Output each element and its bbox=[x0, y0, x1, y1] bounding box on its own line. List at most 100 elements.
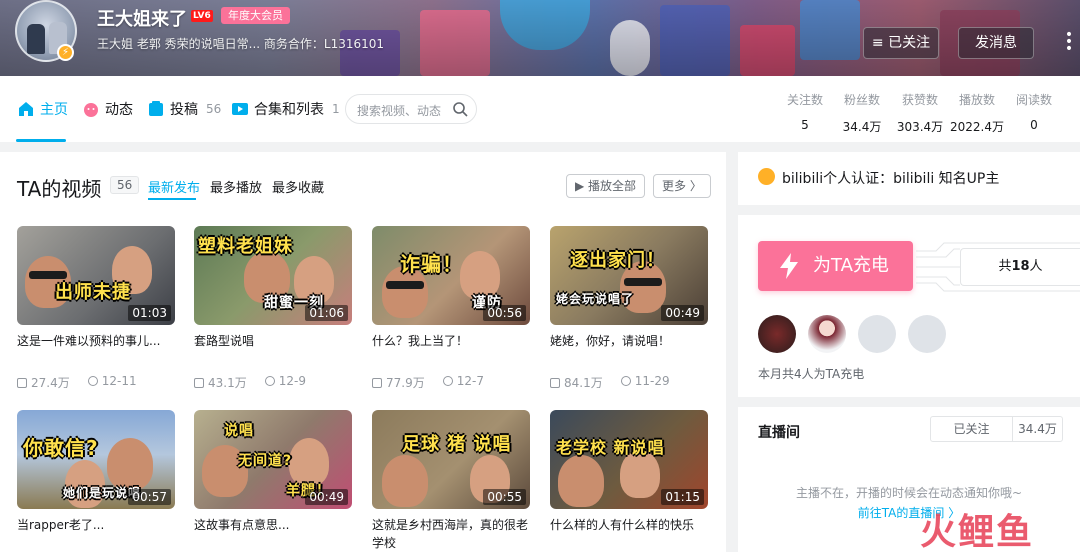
default-avatar-icon[interactable] bbox=[908, 315, 946, 353]
thumbnail-caption: 塑料老姐妹 bbox=[198, 236, 293, 257]
watermark-logo: 火鲤鱼 bbox=[920, 512, 1035, 552]
charge-total-prefix: 共 bbox=[998, 259, 1012, 274]
play-count: 43.1万 bbox=[194, 374, 247, 391]
play-count-icon bbox=[550, 378, 560, 388]
video-thumbnail[interactable]: 说唱 无间道? 羊腿！ 00:49 bbox=[194, 410, 352, 509]
tab-label: 动态 bbox=[105, 102, 133, 118]
tab-dynamic[interactable]: 动态 bbox=[82, 99, 133, 119]
clock-icon bbox=[87, 376, 98, 386]
live-follow-widget[interactable]: 已关注 34.4万 bbox=[930, 416, 1063, 442]
video-thumbnail[interactable]: 老学校 新说唱 01:15 bbox=[550, 410, 708, 509]
search-placeholder: 搜索视频、动态 bbox=[357, 104, 442, 118]
stat-value: 2022.4万 bbox=[950, 120, 1004, 134]
sort-most-favorited[interactable]: 最多收藏 bbox=[272, 177, 324, 196]
send-message-button[interactable]: 发消息 bbox=[958, 27, 1034, 59]
stat-label: 关注数 bbox=[786, 93, 823, 107]
thumbnail-caption: 说唱 bbox=[224, 423, 254, 439]
play-count-icon bbox=[17, 378, 27, 388]
tab-collections[interactable]: 合集和列表 1 bbox=[231, 99, 340, 119]
search-icon[interactable] bbox=[452, 101, 468, 117]
active-tab-indicator bbox=[16, 139, 66, 142]
tab-count: 1 bbox=[332, 102, 340, 116]
tab-home[interactable]: 主页 bbox=[17, 99, 68, 119]
charge-label: 为TA充电 bbox=[813, 255, 889, 276]
sort-most-played[interactable]: 最多播放 bbox=[210, 177, 262, 196]
video-title[interactable]: 这故事有点意思... bbox=[194, 516, 352, 534]
tab-label: 投稿 bbox=[170, 102, 198, 118]
video-duration: 01:03 bbox=[128, 305, 171, 321]
video-thumbnail[interactable]: 逐出家门！ 姥会玩说唱了 00:49 bbox=[550, 226, 708, 325]
avatar-figure bbox=[27, 24, 45, 54]
stat-likes: 获赞数 303.4万 bbox=[896, 91, 944, 135]
sort-indicator bbox=[148, 198, 196, 200]
video-thumbnail[interactable]: 你敢信? 她们是玩说唱 00:57 bbox=[17, 410, 175, 509]
video-thumbnail[interactable]: 足球 猪 说唱 00:55 bbox=[372, 410, 530, 509]
charge-button[interactable]: 为TA充电 bbox=[758, 241, 913, 291]
charger-avatar[interactable] bbox=[758, 315, 796, 353]
thumbnail-caption: 出师未捷 bbox=[55, 282, 131, 303]
stat-fans[interactable]: 粉丝数 34.4万 bbox=[840, 91, 884, 135]
video-title[interactable]: 姥姥，你好，请说唱！ bbox=[550, 332, 708, 350]
videos-title: TA的视频 bbox=[17, 177, 102, 201]
video-title[interactable]: 当rapper老了... bbox=[17, 516, 175, 534]
clock-icon bbox=[442, 376, 453, 386]
profile-nav: 主页 动态 投稿 56 合集和列表 1 搜索视频、动态 关注数 5 粉丝数 34… bbox=[0, 76, 1080, 142]
charge-total-suffix: 人 bbox=[1029, 259, 1043, 274]
video-thumbnail[interactable]: 诈骗！ 谨防 00:56 bbox=[372, 226, 530, 325]
live-fan-count: 34.4万 bbox=[1012, 417, 1062, 441]
stat-label: 获赞数 bbox=[901, 93, 938, 107]
stat-value: 5 bbox=[801, 118, 809, 132]
publish-date: 12-9 bbox=[264, 374, 306, 391]
video-title[interactable]: 套路型说唱 bbox=[194, 332, 352, 350]
thumb-glasses bbox=[624, 278, 662, 286]
stat-following[interactable]: 关注数 5 bbox=[783, 91, 827, 132]
tab-uploads[interactable]: 投稿 56 bbox=[147, 99, 221, 119]
username[interactable]: 王大姐来了 bbox=[97, 5, 187, 31]
video-title[interactable]: 这是一件难以预料的事儿... bbox=[17, 332, 175, 350]
thumbnail-caption-2: 无间道? bbox=[238, 453, 293, 469]
thumb-face bbox=[107, 438, 153, 490]
video-thumbnail[interactable]: 塑料老姐妹 甜蜜一刻 01:06 bbox=[194, 226, 352, 325]
more-menu-icon[interactable]: • • • bbox=[1062, 28, 1076, 56]
stat-label: 播放数 bbox=[958, 93, 995, 107]
play-all-button[interactable]: ▶ 播放全部 bbox=[566, 174, 646, 198]
profile-banner: ⚡ 王大姐来了 LV6 年度大会员 王大姐 老郭 秀荣的说唱日常... 商务合作… bbox=[0, 0, 1080, 76]
vip-badge[interactable]: 年度大会员 bbox=[221, 7, 290, 24]
videos-count: 56 bbox=[110, 176, 140, 194]
thumbnail-caption: 诈骗！ bbox=[400, 252, 463, 276]
video-title[interactable]: 什么样的人有什么样的快乐 bbox=[550, 516, 708, 534]
play-count-icon bbox=[372, 378, 382, 388]
publish-date-value: 12-11 bbox=[101, 374, 137, 388]
charge-note: 本月共4人为TA充电 bbox=[758, 367, 865, 381]
thumbnail-caption: 足球 猪 说唱 bbox=[402, 434, 512, 455]
stat-label: 阅读数 bbox=[1015, 93, 1052, 107]
tab-label: 合集和列表 bbox=[254, 102, 324, 118]
video-title[interactable]: 这就是乡村西海岸，真的很老学校 bbox=[372, 516, 530, 552]
thumb-face bbox=[289, 438, 329, 486]
certification-card: bilibili个人认证：bilibili 知名UP主 bbox=[738, 152, 1080, 205]
collection-icon bbox=[232, 103, 248, 115]
video-duration: 00:55 bbox=[483, 489, 526, 505]
live-room-title: 直播间 bbox=[758, 425, 800, 441]
tab-count: 56 bbox=[206, 102, 222, 116]
thumbnail-caption: 老学校 新说唱 bbox=[556, 438, 665, 457]
default-avatar-icon[interactable] bbox=[858, 315, 896, 353]
video-duration: 01:06 bbox=[305, 305, 348, 321]
video-duration: 00:56 bbox=[483, 305, 526, 321]
thumbnail-caption-2: 姥会玩说唱了 bbox=[556, 292, 635, 306]
video-title[interactable]: 什么？我上当了！ bbox=[372, 332, 530, 350]
more-button[interactable]: 更多 〉 bbox=[653, 174, 711, 198]
dynamic-icon bbox=[84, 103, 98, 117]
publish-date-value: 12-7 bbox=[456, 374, 484, 388]
space-search-input[interactable]: 搜索视频、动态 bbox=[345, 94, 477, 124]
video-thumbnail[interactable]: 出师未捷 01:03 bbox=[17, 226, 175, 325]
followed-button[interactable]: ≡ 已关注 bbox=[863, 27, 939, 59]
charger-avatar[interactable] bbox=[808, 315, 846, 353]
video-duration: 01:15 bbox=[661, 489, 704, 505]
publish-date-value: 11-29 bbox=[634, 374, 670, 388]
sort-latest[interactable]: 最新发布 bbox=[148, 177, 200, 196]
video-meta: 43.1万 12-9 bbox=[194, 374, 306, 391]
live-follow-button[interactable]: 已关注 bbox=[931, 417, 1012, 441]
thumbnail-caption: 你敢信? bbox=[23, 436, 99, 460]
stat-label: 粉丝数 bbox=[843, 93, 880, 107]
